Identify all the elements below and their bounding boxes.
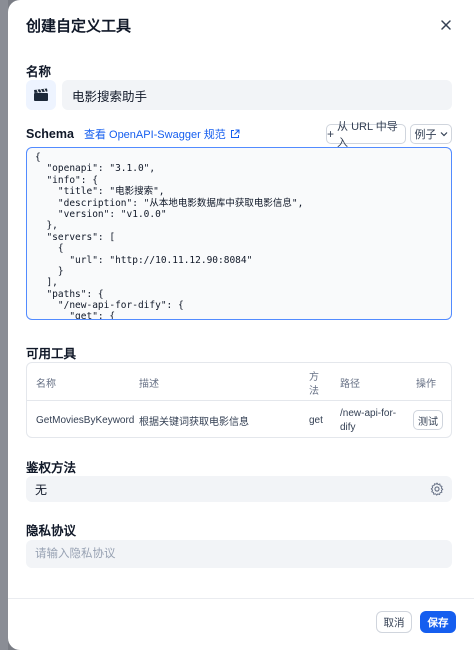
save-button[interactable]: 保存 bbox=[420, 611, 456, 633]
close-icon bbox=[441, 20, 451, 30]
code-line: ], bbox=[35, 277, 58, 289]
table-row: GetMoviesByKeyword 根据关键词获取电影信息 get /new-… bbox=[27, 401, 451, 437]
plus-icon: + bbox=[327, 127, 335, 141]
col-path: 路径 bbox=[340, 378, 360, 390]
clapperboard-icon bbox=[34, 88, 48, 101]
tool-path-line2: dify bbox=[340, 422, 356, 433]
tool-method-cell: get bbox=[309, 414, 323, 426]
privacy-policy-label: 隐私协议 bbox=[26, 524, 77, 538]
tool-name-value: 电影搜索助手 bbox=[72, 89, 148, 104]
tool-path-line1: /new-api-for- bbox=[340, 408, 397, 419]
auth-method-selector[interactable]: 无 bbox=[26, 476, 452, 502]
dialog-title: 创建自定义工具 bbox=[26, 17, 132, 35]
openapi-spec-link[interactable]: 查看 OpenAPI-Swagger 规范 bbox=[84, 126, 240, 142]
dialog-header: 创建自定义工具 bbox=[8, 0, 474, 50]
schema-label: Schema bbox=[26, 127, 74, 141]
chevron-down-icon bbox=[440, 132, 447, 137]
dialog-footer: 取消 保存 bbox=[8, 598, 474, 650]
col-method-line2: 法 bbox=[309, 385, 319, 397]
openapi-spec-link-label: 查看 OpenAPI-Swagger 规范 bbox=[83, 129, 226, 141]
tool-desc-cell: 根据关键词获取电影信息 bbox=[139, 416, 249, 428]
page-backdrop bbox=[0, 0, 8, 650]
code-line: "description": "从本地电影数据库中获取电影信息", bbox=[35, 197, 304, 209]
auth-method-value: 无 bbox=[35, 482, 48, 497]
examples-dropdown[interactable]: 例子 bbox=[410, 124, 452, 144]
schema-code-editor[interactable]: { "openapi": "3.1.0", "info": { "title":… bbox=[26, 147, 452, 320]
code-line: { bbox=[35, 243, 64, 255]
code-line: }, bbox=[35, 220, 58, 232]
privacy-policy-input[interactable] bbox=[26, 540, 452, 568]
tool-name-input[interactable]: 电影搜索助手 bbox=[62, 80, 452, 110]
import-from-url-button[interactable]: + 从 URL 中导入 bbox=[326, 121, 406, 149]
import-from-url-label: 从 URL 中导入 bbox=[337, 121, 398, 149]
code-line: "title": "电影搜索", bbox=[35, 186, 165, 198]
col-method-line1: 方 bbox=[309, 371, 319, 383]
cancel-button[interactable]: 取消 bbox=[376, 611, 412, 633]
col-name: 名称 bbox=[36, 378, 56, 390]
code-line: "info": { bbox=[35, 174, 98, 186]
code-line: "version": "v1.0.0" bbox=[35, 208, 167, 220]
test-tool-button[interactable]: 测试 bbox=[413, 410, 443, 430]
code-line: "servers": [ bbox=[35, 231, 116, 243]
create-custom-tool-dialog: 创建自定义工具 名称 电影搜索助手 Schema 查看 OpenAPI-Swag… bbox=[8, 0, 474, 650]
code-line: "get": { bbox=[35, 311, 116, 320]
tool-name-cell: GetMoviesByKeyword bbox=[36, 414, 135, 426]
close-button[interactable] bbox=[436, 15, 456, 35]
available-tools-table: 名称 描述 方 法 路径 操作 GetMoviesByKeyword 根据关键词… bbox=[26, 362, 452, 438]
auth-method-label: 鉴权方法 bbox=[26, 461, 77, 475]
code-line: "url": "http://10.11.12.90:8084" bbox=[35, 254, 253, 266]
table-header: 名称 描述 方 法 路径 操作 bbox=[27, 363, 451, 401]
code-line: "openapi": "3.1.0", bbox=[35, 163, 156, 175]
gear-icon bbox=[430, 482, 444, 496]
col-action: 操作 bbox=[416, 378, 436, 390]
external-link-icon bbox=[230, 129, 240, 138]
code-line: "/new-api-for-dify": { bbox=[35, 300, 184, 312]
tool-icon-picker[interactable] bbox=[26, 80, 56, 110]
examples-label: 例子 bbox=[414, 129, 437, 141]
code-line: "paths": { bbox=[35, 288, 104, 300]
name-label: 名称 bbox=[26, 65, 52, 79]
col-desc: 描述 bbox=[139, 378, 159, 390]
code-line: { bbox=[35, 152, 41, 163]
available-tools-label: 可用工具 bbox=[26, 347, 77, 361]
code-line: } bbox=[35, 265, 64, 277]
